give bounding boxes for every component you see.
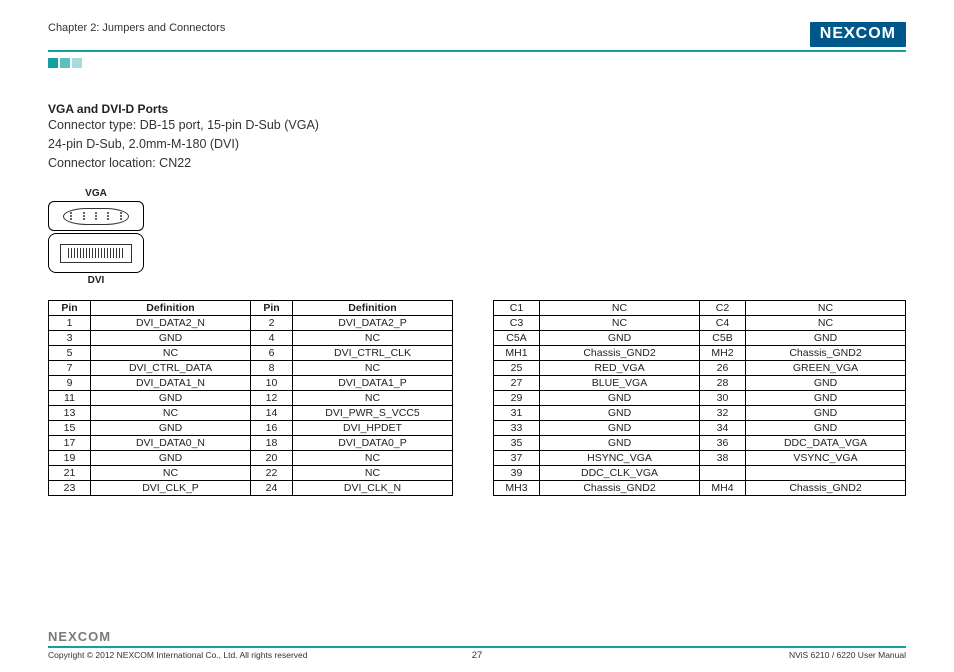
table-row: 31GND32GND (494, 406, 906, 421)
table-row: 17DVI_DATA0_N18DVI_DATA0_P (49, 436, 453, 451)
pin-table-left: PinDefinitionPinDefinition 1DVI_DATA2_N2… (48, 300, 453, 496)
table-row: MH1Chassis_GND2MH2Chassis_GND2 (494, 346, 906, 361)
table-row: MH3Chassis_GND2MH4Chassis_GND2 (494, 481, 906, 496)
col-header: Definition (293, 301, 453, 316)
header-divider (48, 50, 906, 52)
col-header: Pin (251, 301, 293, 316)
pin-table-right: C1NCC2NCC3NCC4NCC5AGNDC5BGNDMH1Chassis_G… (493, 300, 906, 496)
table-row: 5NC6DVI_CTRL_CLK (49, 346, 453, 361)
table-row: 25RED_VGA26GREEN_VGA (494, 361, 906, 376)
table-row: 3GND4NC (49, 331, 453, 346)
connector-type-line: Connector type: DB-15 port, 15-pin D-Sub… (48, 116, 906, 135)
table-row: 23DVI_CLK_P24DVI_CLK_N (49, 481, 453, 496)
brand-logo: NEXCOM (810, 22, 906, 47)
decor-squares (48, 58, 906, 68)
section-heading: VGA and DVI-D Ports (48, 102, 906, 116)
table-row: 33GND34GND (494, 421, 906, 436)
col-header: Pin (49, 301, 91, 316)
table-row: C3NCC4NC (494, 316, 906, 331)
dvi-port-icon (48, 233, 144, 273)
manual-name: NViS 6210 / 6220 User Manual (789, 650, 906, 660)
table-row: 37HSYNC_VGA38VSYNC_VGA (494, 451, 906, 466)
table-row: 13NC14DVI_PWR_S_VCC5 (49, 406, 453, 421)
footer-divider (48, 646, 906, 648)
table-row: 9DVI_DATA1_N10DVI_DATA1_P (49, 376, 453, 391)
vga-label: VGA (48, 188, 144, 199)
connector-diagram: VGA DVI (48, 188, 144, 286)
connector-location-line: Connector location: CN22 (48, 154, 906, 173)
page-number: 27 (472, 650, 483, 661)
table-row: 27BLUE_VGA28GND (494, 376, 906, 391)
copyright-text: Copyright © 2012 NEXCOM International Co… (48, 650, 308, 660)
table-row: C5AGNDC5BGND (494, 331, 906, 346)
col-header: Definition (91, 301, 251, 316)
dvi-label: DVI (48, 275, 144, 286)
footer-brand: NEXCOM (48, 629, 906, 644)
table-row: 15GND16DVI_HPDET (49, 421, 453, 436)
table-row: 19GND20NC (49, 451, 453, 466)
table-row: 7DVI_CTRL_DATA8NC (49, 361, 453, 376)
table-row: 35GND36DDC_DATA_VGA (494, 436, 906, 451)
connector-type-line2: 24-pin D-Sub, 2.0mm-M-180 (DVI) (48, 135, 906, 154)
table-row: 21NC22NC (49, 466, 453, 481)
table-row: 39DDC_CLK_VGA (494, 466, 906, 481)
table-row: 11GND12NC (49, 391, 453, 406)
table-row: C1NCC2NC (494, 301, 906, 316)
table-row: 29GND30GND (494, 391, 906, 406)
table-row: 1DVI_DATA2_N2DVI_DATA2_P (49, 316, 453, 331)
chapter-title: Chapter 2: Jumpers and Connectors (48, 22, 225, 34)
vga-port-icon (48, 201, 144, 231)
